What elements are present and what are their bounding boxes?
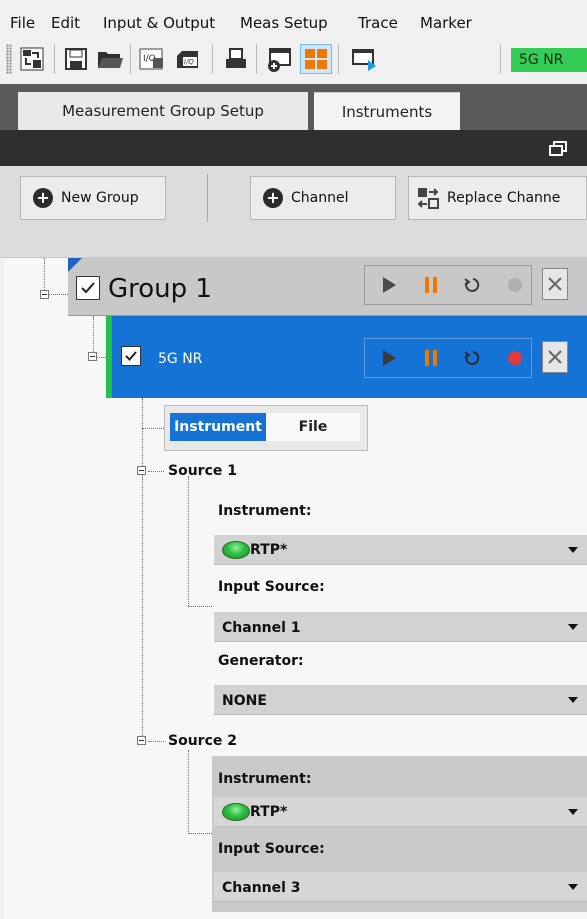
add-channel-label: Channel [291,190,349,206]
source-2-input-source-label: Input Source: [218,841,325,857]
tab-instruments[interactable]: Instruments [314,92,460,130]
source-2-title: Source 2 [168,733,237,749]
collapse-channel-icon[interactable] [88,352,97,361]
io-file-icon[interactable]: I/Q [172,44,204,74]
tree-connector [142,428,164,429]
toolbar-grip[interactable] [6,44,12,74]
source-2-instrument-value: RTP* [250,804,288,820]
undock-icon[interactable] [348,44,380,74]
plus-circle-icon: + [263,188,283,208]
menu-trace[interactable]: Trace [358,14,398,32]
group-checkbox[interactable] [76,276,100,300]
remove-channel-icon[interactable] [542,341,568,373]
plus-circle-icon: + [33,188,53,208]
menu-marker[interactable]: Marker [420,14,472,32]
panel-header [0,130,587,166]
source-1-generator-value: NONE [222,693,267,709]
chevron-down-icon [568,697,578,703]
tree-connector [148,471,164,472]
chevron-down-icon [568,624,578,630]
source-2-instrument-label: Instrument: [218,771,312,787]
source-1-instrument-label: Instrument: [218,503,312,519]
source-1-title: Source 1 [168,463,237,479]
instrument-connected-led-icon [222,803,250,821]
tree-connector [93,316,94,356]
application-badge[interactable]: 5G NR [511,48,587,72]
channel-checkbox[interactable] [121,346,141,366]
repeat-icon[interactable] [462,274,484,296]
source-mode-instrument[interactable]: Instrument [170,413,266,441]
svg-text:I/Q: I/Q [184,58,194,66]
tree-connector [142,398,143,740]
menu-bar: File Edit Input & Output Meas Setup Trac… [0,0,587,36]
menu-edit[interactable]: Edit [51,14,80,32]
collapse-source-2-icon[interactable] [137,736,146,745]
group-selection-marker [68,258,82,272]
menu-meas-setup[interactable]: Meas Setup [240,14,328,32]
pause-icon[interactable] [420,274,442,296]
channel-name: 5G NR [158,351,203,367]
restore-window-icon[interactable] [548,140,570,158]
replace-channel-button[interactable]: Replace Channe [408,176,587,220]
source-1-input-source-label: Input Source: [218,579,325,595]
pause-icon[interactable] [420,347,442,369]
new-group-button[interactable]: + New Group [20,176,166,220]
add-window-icon[interactable] [264,44,296,74]
source-1-instrument-value: RTP* [250,542,288,558]
source-mode-file[interactable]: File [266,413,360,441]
record-icon[interactable] [504,274,526,296]
layout-icon[interactable] [16,44,48,74]
tree-connector [148,741,164,742]
source-1-generator-dropdown[interactable] [214,685,587,715]
tab-measurement-group-setup[interactable]: Measurement Group Setup [18,92,308,130]
group-name: Group 1 [108,274,212,304]
tree-connector [188,750,189,832]
tree-connector [188,833,212,834]
print-icon[interactable] [220,44,252,74]
new-group-label: New Group [61,190,139,206]
replace-channel-label: Replace Channe [447,190,561,206]
menu-file[interactable]: File [10,14,35,32]
play-icon[interactable] [378,274,400,296]
checkmark-icon [125,351,137,361]
io-config-icon[interactable]: I/Q [136,44,168,74]
add-channel-button[interactable]: + Channel [250,176,396,220]
open-folder-icon[interactable] [94,44,126,74]
chevron-down-icon [568,547,578,553]
tree-connector [44,258,45,290]
tile-windows-icon[interactable] [300,44,332,74]
checkmark-icon [81,282,95,294]
menu-input-output[interactable]: Input & Output [103,14,215,32]
collapse-group-icon[interactable] [40,290,49,299]
chevron-down-icon [568,884,578,890]
chevron-down-icon [568,809,578,815]
instrument-connected-led-icon [222,541,250,559]
collapse-source-1-icon[interactable] [137,466,146,475]
tree-connector [188,476,189,606]
source-2-input-source-value: Channel 3 [222,880,301,896]
tree-connector [188,606,212,607]
play-icon[interactable] [378,347,400,369]
source-1-input-source-value: Channel 1 [222,620,301,636]
source-1-generator-label: Generator: [218,653,304,669]
save-icon[interactable] [60,44,92,74]
channel-status-stripe [106,316,112,398]
replace-icon [417,188,439,209]
action-separator [207,174,208,222]
repeat-icon[interactable] [462,347,484,369]
record-icon[interactable] [504,347,526,369]
tree-connector [46,294,68,295]
remove-group-icon[interactable] [542,268,568,300]
